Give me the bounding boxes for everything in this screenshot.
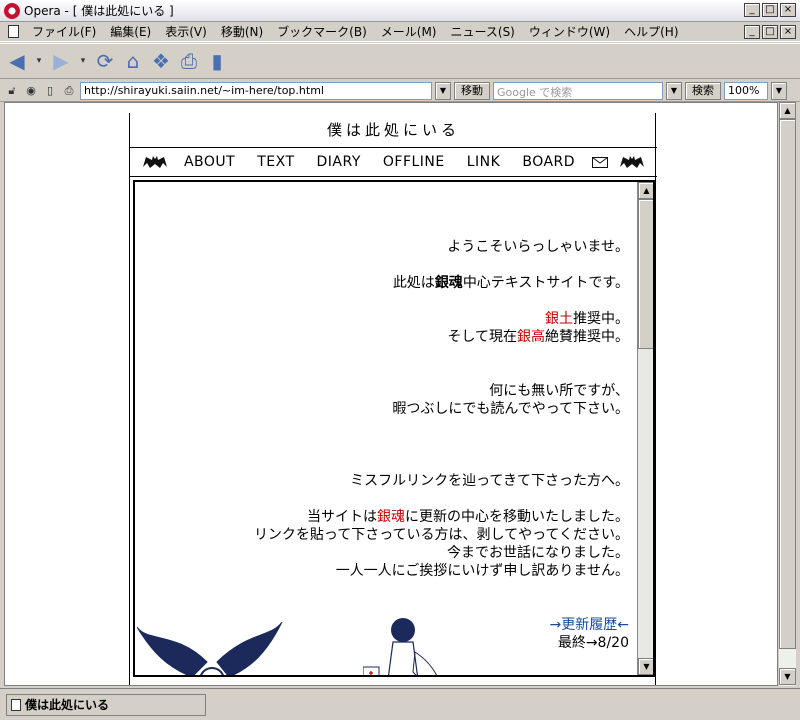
- home-icon[interactable]: ⌂: [122, 49, 144, 73]
- bat-icon: [620, 156, 645, 168]
- mdi-minimize-button[interactable]: _: [744, 25, 760, 39]
- nav-diary[interactable]: DIARY: [306, 154, 372, 170]
- misfull-line: ミスフルリンクを辿ってきて下さった方へ。: [350, 473, 629, 489]
- menu-news[interactable]: ニュース(S): [443, 23, 521, 40]
- nav-board[interactable]: BOARD: [511, 154, 586, 170]
- cookie-icon[interactable]: ◉: [23, 83, 39, 99]
- hotlist-icon[interactable]: ❖: [150, 49, 172, 73]
- minimize-button[interactable]: _: [744, 3, 760, 17]
- site-page: 僕は此処にいる ABOUT TEXT DIARY OFFLINE LINK BO…: [129, 113, 657, 685]
- intro-line: 此処は銀魂中心テキストサイトです。: [392, 275, 629, 291]
- content-scroll-thumb[interactable]: [638, 199, 653, 349]
- zoom-dropdown-icon[interactable]: ▼: [771, 81, 787, 100]
- menu-view[interactable]: 表示(V): [158, 23, 214, 40]
- nothing-line: 何にも無い所ですが、: [489, 383, 629, 399]
- search-engine-dropdown-icon[interactable]: ▼: [666, 81, 682, 100]
- menu-bookmarks[interactable]: ブックマーク(B): [270, 23, 374, 40]
- status-bar: 僕は此処にいる: [0, 688, 800, 720]
- close-button[interactable]: ×: [780, 3, 796, 17]
- nav-about[interactable]: ABOUT: [173, 154, 246, 170]
- status-text: 僕は此処にいる: [25, 698, 110, 712]
- nav-offline[interactable]: OFFLINE: [372, 154, 456, 170]
- zoom-field[interactable]: 100%: [724, 81, 768, 100]
- mail-icon[interactable]: [592, 156, 609, 168]
- status-box: 僕は此処にいる: [6, 693, 206, 716]
- scroll-thumb[interactable]: [779, 119, 796, 649]
- content-text: ようこそいらっしゃいませ。 此処は銀魂中心テキストサイトです。 銀土推奨中。 そ…: [149, 238, 629, 652]
- address-dropdown-icon[interactable]: ▼: [435, 81, 451, 100]
- content-scrollbar[interactable]: ▲ ▼: [637, 182, 653, 675]
- address-toolbar: 🔓︎ ◉ ▯ ⎙ http://shirayuki.saiin.net/~im-…: [0, 80, 800, 102]
- menu-edit[interactable]: 編集(E): [103, 23, 158, 40]
- content-scroll-down-icon[interactable]: ▼: [638, 658, 653, 675]
- search-input[interactable]: Google で検索: [493, 81, 663, 100]
- content-scroll-up-icon[interactable]: ▲: [638, 182, 653, 199]
- lock-icon[interactable]: 🔓︎: [4, 83, 20, 99]
- opera-icon: [4, 2, 20, 19]
- reload-icon[interactable]: ⟳: [94, 49, 116, 73]
- forward-icon[interactable]: ▶: [50, 49, 72, 73]
- bat-icon: [142, 156, 167, 168]
- scroll-down-icon[interactable]: ▼: [779, 668, 796, 685]
- maximize-button[interactable]: □: [762, 3, 778, 17]
- moved-line: 当サイトは銀魂に更新の中心を移動いたしました。: [307, 509, 629, 525]
- menu-mail[interactable]: メール(M): [374, 23, 444, 40]
- page-info-icon[interactable]: ▯: [42, 83, 58, 99]
- menu-bar: ファイル(F) 編集(E) 表示(V) 移動(N) ブックマーク(B) メール(…: [0, 22, 800, 42]
- address-input[interactable]: http://shirayuki.saiin.net/~im-here/top.…: [80, 81, 432, 100]
- link-line: リンクを貼って下さっている方は、剥してやってください。: [253, 527, 629, 543]
- back-icon[interactable]: ◀: [6, 49, 28, 73]
- recommend-line-2: そして現在銀高絶賛推奨中。: [447, 329, 629, 345]
- window-title: Opera - [ 僕は此処にいる ]: [24, 4, 174, 18]
- document-icon: [8, 25, 19, 38]
- sorry-line: 一人一人にご挨拶にいけず申し訳ありません。: [335, 563, 629, 579]
- site-nav: ABOUT TEXT DIARY OFFLINE LINK BOARD: [130, 147, 657, 177]
- mdi-restore-button[interactable]: □: [762, 25, 778, 39]
- recommend-line-1: 銀土推奨中。: [545, 311, 629, 327]
- menu-window[interactable]: ウィンドウ(W): [522, 23, 617, 40]
- thanks-line: 今までお世話になりました。: [447, 545, 629, 561]
- site-title: 僕は此処にいる: [326, 121, 460, 139]
- angel-illustration-left: [137, 622, 283, 675]
- print-preview-icon[interactable]: ⎙: [61, 83, 77, 99]
- page-scrollbar[interactable]: ▲ ▼: [778, 102, 796, 686]
- window-titlebar: Opera - [ 僕は此処にいる ] _ □ ×: [0, 0, 800, 22]
- angel-illustration-right: [363, 618, 438, 675]
- content-frame: ようこそいらっしゃいませ。 此処は銀魂中心テキストサイトです。 銀土推奨中。 そ…: [133, 180, 655, 677]
- go-button[interactable]: 移動: [454, 81, 490, 100]
- navigation-toolbar: ◀ ▾ ▶ ▾ ⟳ ⌂ ❖ ⎙ ▮: [0, 43, 800, 79]
- page-icon[interactable]: ▮: [206, 49, 228, 73]
- status-document-icon: [11, 698, 21, 711]
- menu-help[interactable]: ヘルプ(H): [617, 23, 685, 40]
- menu-navigate[interactable]: 移動(N): [214, 23, 270, 40]
- forward-dropdown-icon[interactable]: ▾: [78, 50, 88, 72]
- nav-text[interactable]: TEXT: [246, 154, 305, 170]
- menu-file[interactable]: ファイル(F): [25, 23, 103, 40]
- print-icon[interactable]: ⎙: [178, 49, 200, 73]
- mdi-close-button[interactable]: ×: [780, 25, 796, 39]
- read-line: 暇つぶしにでも読んでやって下さい。: [392, 401, 629, 417]
- scroll-up-icon[interactable]: ▲: [779, 102, 796, 119]
- back-dropdown-icon[interactable]: ▾: [34, 50, 44, 72]
- page-viewport: 僕は此処にいる ABOUT TEXT DIARY OFFLINE LINK BO…: [4, 102, 778, 686]
- nav-link[interactable]: LINK: [456, 154, 512, 170]
- welcome-line: ようこそいらっしゃいませ。: [447, 239, 629, 255]
- search-button[interactable]: 検索: [685, 81, 721, 100]
